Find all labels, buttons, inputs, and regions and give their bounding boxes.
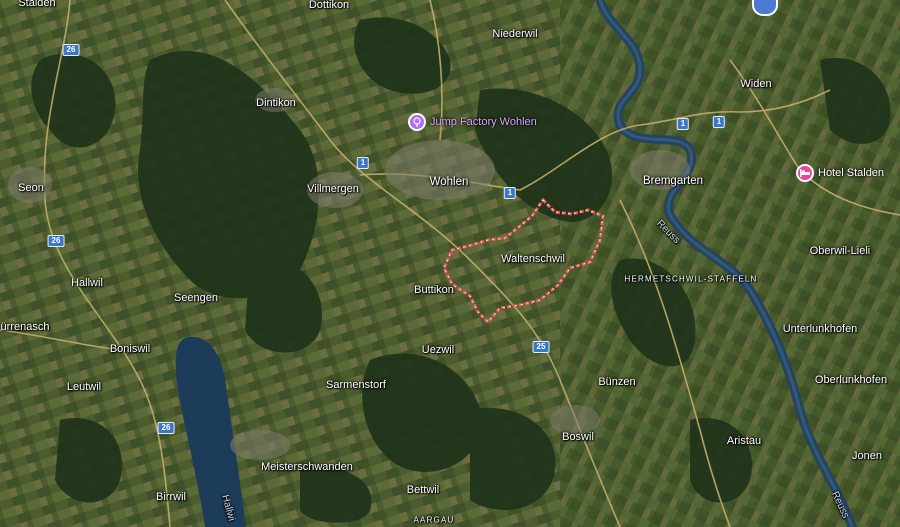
place-label: Seon <box>18 182 44 194</box>
place-label: Uezwil <box>421 344 455 356</box>
place-label: Buttikon <box>414 284 454 296</box>
road-shield: 26 <box>47 235 65 247</box>
urban-meisterschwanden <box>230 430 290 460</box>
amusement-icon[interactable] <box>408 113 426 131</box>
place-label: ürrenasch <box>0 321 50 333</box>
place-label: Bremgarten <box>642 175 704 187</box>
road-shield: 25 <box>532 341 550 353</box>
place-label: Aristau <box>726 435 762 447</box>
place-label: Bünzen <box>598 376 636 388</box>
place-label: Oberlunkhofen <box>814 374 888 386</box>
place-label: Birrwil <box>156 491 186 503</box>
place-label: Niederwil <box>492 28 538 40</box>
district-label: AARGAU <box>413 515 455 525</box>
place-label: Widen <box>740 78 772 90</box>
place-label: Seengen <box>173 292 219 304</box>
place-label: Waltenschwil <box>501 253 565 265</box>
place-label: Dintikon <box>256 97 296 109</box>
poi-hotel-stalden[interactable]: Hotel Stalden <box>796 164 884 182</box>
place-label: Wohlen <box>429 176 469 188</box>
place-label: Sarmenstorf <box>326 379 386 391</box>
bed-icon[interactable] <box>796 164 814 182</box>
place-label: Boniswil <box>109 343 151 355</box>
poi-jump-factory[interactable]: Jump Factory Wohlen <box>408 113 537 131</box>
place-label: Boswil <box>562 431 594 443</box>
road-shield: 1 <box>676 118 690 130</box>
place-label: Leutwil <box>66 381 102 393</box>
place-label: Unterlunkhofen <box>782 323 858 335</box>
place-label: Stalden <box>18 0 56 9</box>
poi-label[interactable]: Hotel Stalden <box>818 167 884 179</box>
road-shield: 26 <box>157 422 175 434</box>
place-label: Oberwil-Lieli <box>809 245 871 257</box>
place-label: Meisterschwanden <box>261 461 353 473</box>
place-label: Bettwil <box>406 484 440 496</box>
poi-label[interactable]: Jump Factory Wohlen <box>430 116 537 128</box>
place-label: Villmergen <box>307 183 359 195</box>
road-shield: 26 <box>62 44 80 56</box>
road-shield: 1 <box>712 116 726 128</box>
district-label: HERMETSCHWIL-STAFFELN <box>624 274 758 284</box>
place-label: Hallwil <box>71 277 103 289</box>
satellite-map[interactable]: Stalden Dottikon Niederwil Widen Dintiko… <box>0 0 900 527</box>
urban-wohlen <box>385 140 495 200</box>
road-shield: 1 <box>356 157 370 169</box>
place-label: Dottikon <box>308 0 350 11</box>
road-shield: 1 <box>503 187 517 199</box>
place-label: Jonen <box>852 450 882 462</box>
